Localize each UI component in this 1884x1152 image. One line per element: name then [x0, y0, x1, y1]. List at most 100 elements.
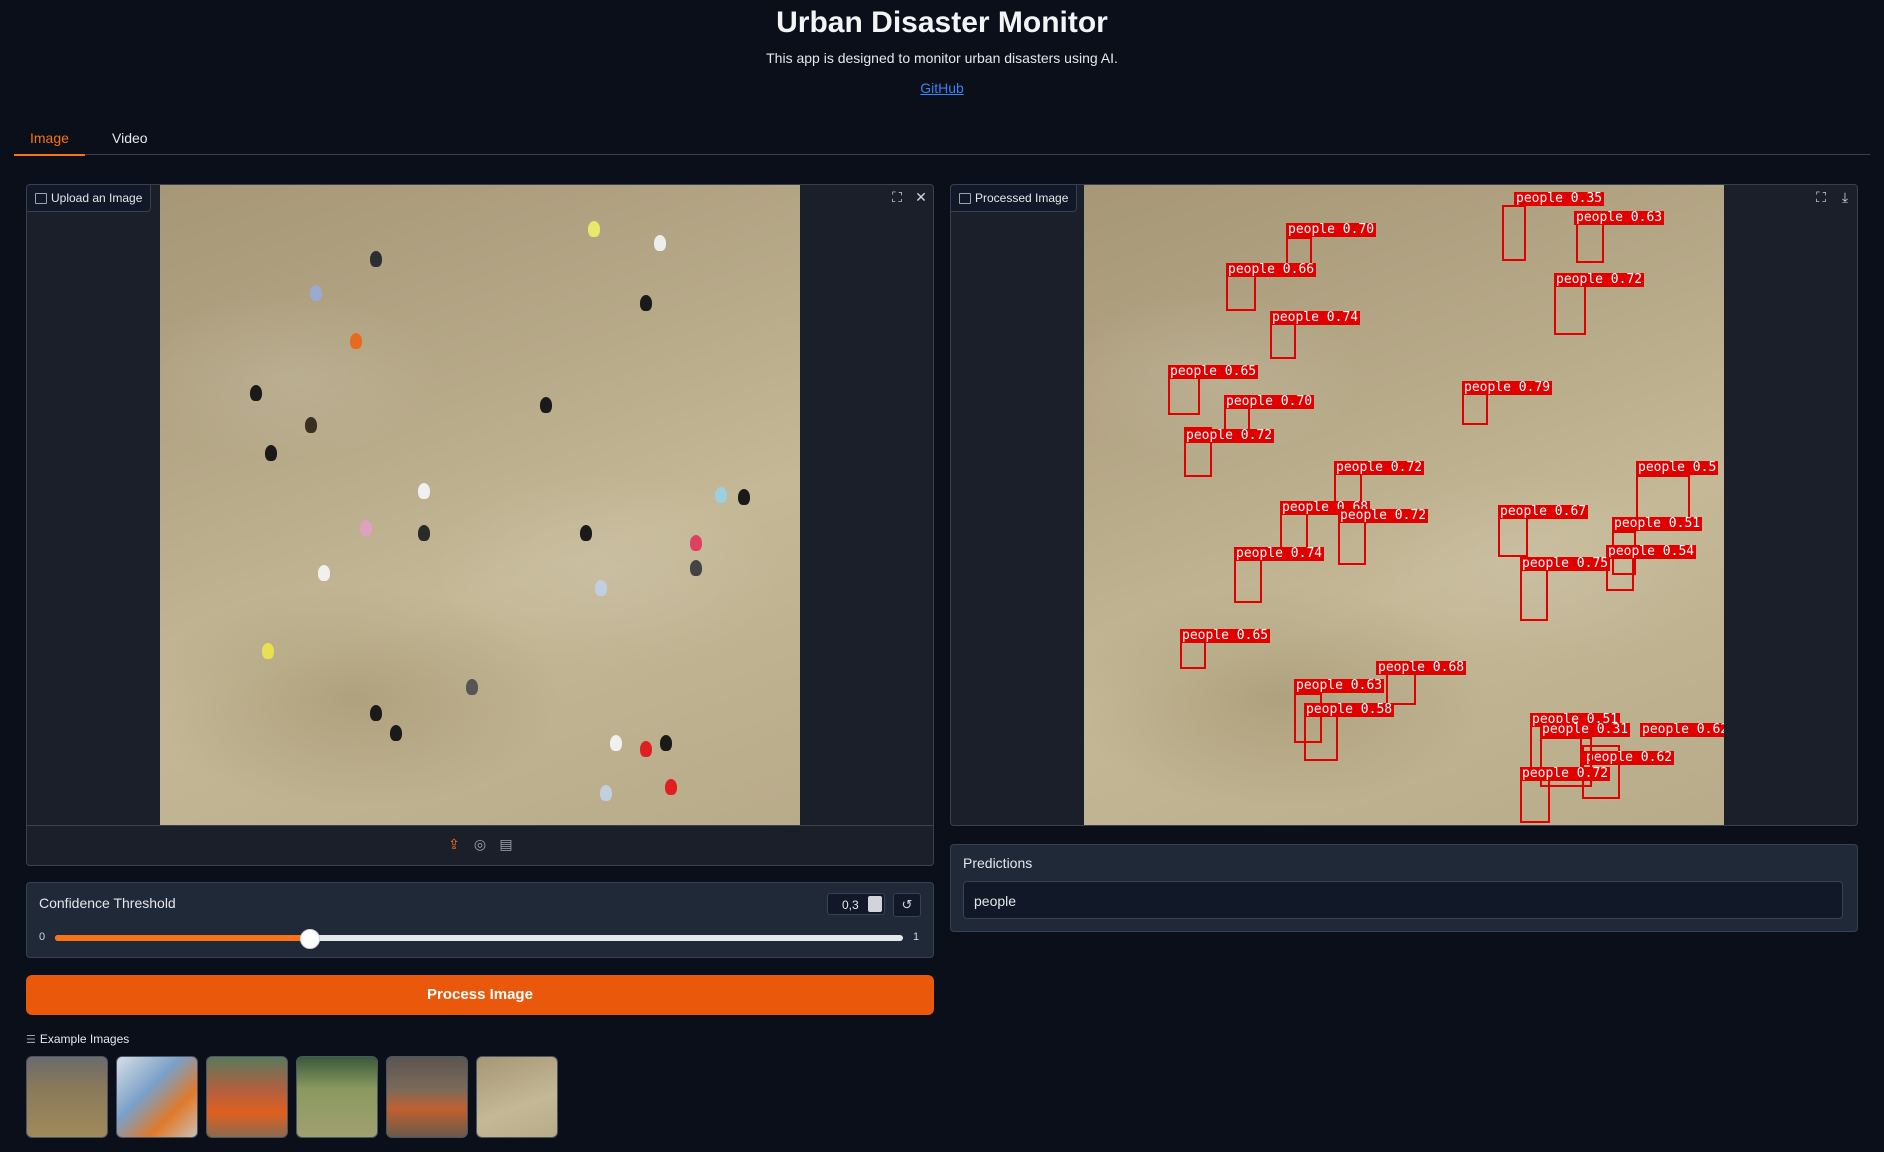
detection-label: people 0.74: [1234, 546, 1325, 561]
person-figure: [390, 725, 402, 741]
page-title: Urban Disaster Monitor: [776, 6, 1108, 39]
detection-box: [1304, 713, 1338, 761]
person-figure: [665, 779, 677, 795]
person-figure: [370, 705, 382, 721]
person-figure: [350, 333, 362, 349]
examples-title: ☰ Example Images: [26, 1032, 129, 1046]
reset-button[interactable]: ↺: [893, 893, 921, 917]
person-figure: [715, 487, 727, 503]
detection-label: people 0.72: [1334, 460, 1425, 475]
webcam-icon[interactable]: ◎: [471, 835, 489, 853]
slider-thumb[interactable]: [300, 929, 321, 949]
confidence-label: Confidence Threshold: [39, 895, 176, 911]
person-figure: [600, 785, 612, 801]
detection-label: people 0.54: [1606, 544, 1697, 559]
person-figure: [640, 295, 652, 311]
detection-label: people 0.65: [1180, 628, 1271, 643]
person-figure: [588, 221, 600, 237]
detection-label: people 0.70: [1286, 222, 1377, 237]
detection-label: people 0.58: [1304, 702, 1395, 717]
download-icon[interactable]: ⤓: [1835, 187, 1855, 207]
detection-label: people 0.72: [1520, 766, 1611, 781]
detection-label: people 0.74: [1270, 310, 1361, 325]
image-icon: [35, 193, 47, 204]
person-figure: [690, 560, 702, 576]
detection-label: people 0.70: [1224, 394, 1315, 409]
predictions-output[interactable]: people: [963, 881, 1843, 919]
person-figure: [418, 525, 430, 541]
detection-label: people 0.62: [1640, 723, 1724, 737]
person-figure: [265, 445, 277, 461]
person-figure: [310, 285, 322, 301]
process-image-button[interactable]: Process Image: [26, 975, 934, 1015]
detection-label: people 0.35: [1514, 191, 1605, 206]
slider-min-label: 0: [39, 931, 46, 943]
clipboard-icon[interactable]: ▤: [497, 835, 515, 853]
example-thumbnail[interactable]: [476, 1056, 558, 1138]
detection-label: people 0.68: [1376, 660, 1467, 675]
detection-label: people 0.5: [1636, 460, 1719, 475]
upload-icon[interactable]: ⇪: [445, 835, 463, 853]
person-figure: [595, 580, 607, 596]
fullscreen-icon[interactable]: ⛶: [1811, 187, 1831, 207]
detection-label: people 0.63: [1294, 678, 1385, 693]
tab-video[interactable]: Video: [96, 130, 164, 154]
examples-title-text: Example Images: [39, 1032, 130, 1046]
tab-image[interactable]: Image: [14, 130, 85, 156]
example-thumbnail[interactable]: [296, 1056, 378, 1138]
person-figure: [318, 565, 330, 581]
detection-box: [1234, 555, 1262, 603]
detection-label: people 0.31: [1540, 722, 1631, 737]
page-subtitle: This app is designed to monitor urban di…: [766, 50, 1118, 66]
confidence-number-input[interactable]: 0,3: [827, 893, 885, 915]
detection-label: people 0.72: [1338, 508, 1429, 523]
person-figure: [654, 235, 666, 251]
fullscreen-icon[interactable]: ⛶: [887, 187, 907, 207]
detection-label: people 0.72: [1554, 272, 1645, 287]
person-figure: [660, 735, 672, 751]
person-figure: [640, 741, 652, 757]
confidence-slider[interactable]: [55, 929, 903, 949]
spinner-icon[interactable]: [868, 896, 882, 912]
detection-label: people 0.66: [1226, 262, 1317, 277]
person-figure: [262, 643, 274, 659]
source-toolbar: ⇪ ◎ ▤: [27, 825, 933, 864]
detection-label: people 0.63: [1574, 210, 1665, 225]
detection-label: people 0.75: [1520, 556, 1611, 571]
predictions-title: Predictions: [963, 855, 1033, 871]
github-link-wrap: GitHub: [0, 80, 1884, 96]
example-thumbnail[interactable]: [26, 1056, 108, 1138]
github-link[interactable]: GitHub: [920, 80, 964, 96]
example-thumbnail[interactable]: [386, 1056, 468, 1138]
person-figure: [305, 417, 317, 433]
detection-box: [1498, 515, 1528, 557]
list-icon: ☰: [26, 1034, 36, 1046]
processed-panel: Processed Image ⛶ ⤓ people 0.35 people 0…: [950, 184, 1858, 826]
predictions-panel: Predictions people: [950, 844, 1858, 932]
detection-label: people 0.62: [1584, 750, 1675, 765]
upload-label: Upload an Image: [27, 185, 152, 212]
detection-label: people 0.67: [1498, 504, 1589, 519]
person-figure: [690, 535, 702, 551]
tab-bar: Image Video: [14, 124, 1870, 156]
upload-panel: Upload an Image ⛶ ✕ ⇪ ◎ ▤: [26, 184, 934, 866]
detection-box: [1502, 205, 1526, 261]
detection-label: people 0.65: [1168, 364, 1259, 379]
person-figure: [466, 679, 478, 695]
example-thumbnail[interactable]: [116, 1056, 198, 1138]
uploaded-image: [160, 185, 800, 825]
person-figure: [418, 483, 430, 499]
person-figure: [580, 525, 592, 541]
detection-box: [1576, 223, 1604, 263]
detection-label: people 0.79: [1462, 380, 1553, 395]
person-figure: [360, 520, 372, 536]
image-icon: [959, 193, 971, 204]
slider-max-label: 1: [913, 931, 920, 943]
example-thumbnail[interactable]: [206, 1056, 288, 1138]
confidence-panel: Confidence Threshold 0,3 ↺ 0 1: [26, 882, 934, 958]
detection-label: people 0.72: [1184, 428, 1275, 443]
person-figure: [370, 251, 382, 267]
close-icon[interactable]: ✕: [911, 187, 931, 207]
upload-label-text: Upload an Image: [51, 191, 143, 205]
person-figure: [738, 489, 750, 505]
